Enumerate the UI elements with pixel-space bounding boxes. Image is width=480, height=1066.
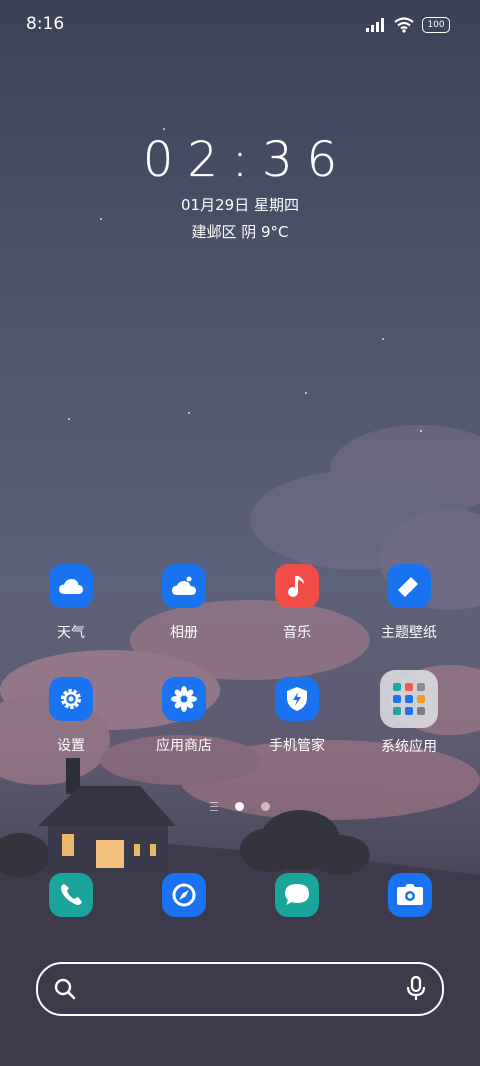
- app-settings[interactable]: 设置: [16, 677, 126, 755]
- app-weather[interactable]: 天气: [16, 564, 126, 642]
- clock-time: 02:36: [142, 132, 352, 188]
- theme-brush-icon: [387, 564, 431, 608]
- weather-icon: [49, 564, 93, 608]
- app-store[interactable]: 应用商店: [129, 677, 239, 755]
- dock-camera[interactable]: [388, 873, 432, 917]
- star-decoration: [420, 430, 422, 432]
- clock-widget[interactable]: 02:36 01月29日 星期四 建邺区 阴 9°C: [0, 132, 480, 242]
- search-input[interactable]: [88, 964, 392, 1016]
- app-label: 音乐: [283, 625, 311, 641]
- app-themes[interactable]: 主题壁纸: [354, 564, 464, 642]
- status-icons: 100: [366, 14, 450, 36]
- status-time: 8:16: [26, 14, 65, 34]
- status-bar: 8:16 100: [0, 0, 480, 50]
- app-label: 应用商店: [156, 738, 212, 754]
- app-label: 主题壁纸: [381, 625, 437, 641]
- star-decoration: [382, 338, 384, 340]
- settings-gear-icon: [49, 677, 93, 721]
- star-decoration: [305, 392, 307, 394]
- folder-icon: [380, 670, 438, 728]
- app-label: 系统应用: [381, 739, 437, 755]
- search-icon[interactable]: [54, 978, 76, 1000]
- page-dot[interactable]: [261, 802, 271, 811]
- dock-messages[interactable]: [275, 873, 319, 917]
- app-music[interactable]: 音乐: [242, 564, 352, 642]
- music-icon: [275, 564, 319, 608]
- app-label: 相册: [170, 625, 198, 641]
- app-label: 手机管家: [269, 738, 325, 754]
- dock-browser[interactable]: [162, 873, 206, 917]
- dock-phone[interactable]: [49, 873, 93, 917]
- page-list-icon[interactable]: [209, 802, 218, 811]
- messages-icon: [285, 884, 309, 905]
- star-decoration: [68, 418, 70, 420]
- app-phone-manager[interactable]: 手机管家: [242, 677, 352, 755]
- folder-system-apps[interactable]: 系统应用: [354, 670, 464, 756]
- wifi-icon: [394, 17, 414, 33]
- search-bar[interactable]: [36, 962, 444, 1016]
- microphone-icon[interactable]: [406, 976, 426, 1002]
- page-dot-active[interactable]: [235, 802, 244, 811]
- security-shield-icon: [275, 677, 319, 721]
- clock-weather: 建邺区 阴 9°C: [191, 223, 289, 241]
- clock-date: 01月29日 星期四: [181, 196, 299, 214]
- app-store-icon: [162, 677, 206, 721]
- signal-icon: [366, 18, 384, 32]
- app-label: 天气: [57, 625, 85, 641]
- star-decoration: [188, 412, 190, 414]
- app-gallery[interactable]: 相册: [129, 564, 239, 642]
- app-label: 设置: [57, 738, 85, 754]
- browser-compass-icon: [172, 883, 196, 907]
- page-indicator[interactable]: [0, 796, 480, 815]
- phone-icon: [61, 884, 82, 905]
- camera-icon: [397, 884, 423, 905]
- battery-icon: 100: [422, 17, 450, 33]
- home-screen: 8:16 100 02:36 01月29日 星期四 建邺区 阴 9°C 天气 相…: [0, 0, 480, 1066]
- star-decoration: [163, 128, 165, 130]
- gallery-icon: [162, 564, 206, 608]
